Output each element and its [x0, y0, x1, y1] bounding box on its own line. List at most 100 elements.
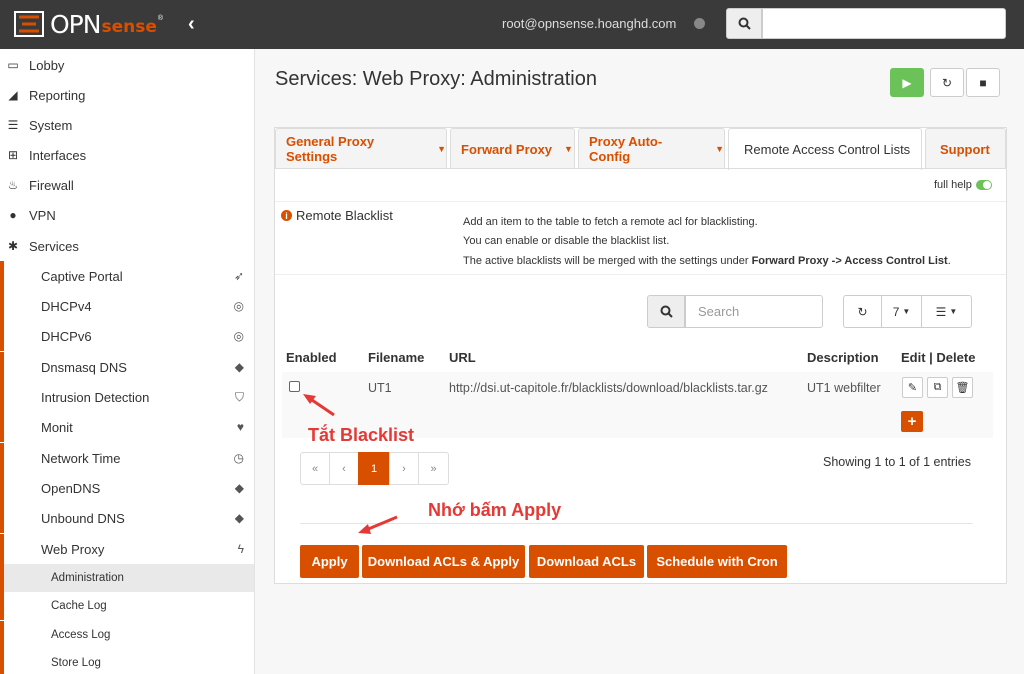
sidebar-item-firewall[interactable]: ♨ Firewall	[0, 170, 254, 200]
search-button[interactable]	[726, 8, 762, 39]
pagination-first[interactable]: «	[300, 452, 330, 485]
sidebar-item-cache-log[interactable]: Cache Log	[0, 592, 254, 620]
grid-refresh-button[interactable]: ↻	[843, 295, 882, 328]
trash-icon: 🗑	[955, 382, 970, 394]
section-title: i Remote Blacklist	[281, 208, 393, 223]
sidebar-item-dhcpv6[interactable]: DHCPv6 ◎	[0, 321, 254, 351]
sidebar-item-access-log[interactable]: Access Log	[0, 621, 254, 649]
enabled-checkbox[interactable]	[289, 381, 300, 392]
download-acls-apply-button[interactable]: Download ACLs & Apply	[362, 545, 525, 578]
sidebar-item-administration[interactable]: Administration	[0, 564, 254, 592]
laptop-icon: ▭	[7, 58, 19, 72]
apply-button[interactable]: Apply	[300, 545, 359, 578]
sidebar-item-unbound-dns[interactable]: Unbound DNS ◆	[0, 503, 254, 533]
help-text-3-b: Forward Proxy -> Access Control List	[751, 255, 948, 267]
refresh-icon: ↻	[941, 75, 953, 90]
tab-label: Remote Access Control Lists	[744, 142, 911, 157]
area-chart-icon: ◢	[8, 88, 18, 102]
opnsense-logo-icon	[14, 11, 44, 37]
schedule-with-cron-button[interactable]: Schedule with Cron	[647, 545, 787, 578]
tab-remote-access-control-lists[interactable]: Remote Access Control Lists	[728, 128, 922, 170]
column-header-enabled[interactable]: Enabled	[286, 350, 337, 365]
refresh-icon: ↻	[857, 304, 868, 319]
sidebar-item-label: Cache Log	[51, 600, 107, 612]
sidebar-item-label: Web Proxy	[41, 541, 105, 557]
list-icon: ☰	[935, 304, 947, 319]
restart-service-button[interactable]: ↻	[930, 68, 964, 97]
opnsense-logo[interactable]: OPN sense ®	[14, 9, 163, 39]
pencil-icon: ✎	[907, 382, 918, 394]
sidebar-item-label: Lobby	[29, 57, 65, 73]
top-bar: OPN sense ® ‹ root@opnsense.hoanghd.com	[0, 0, 1024, 49]
caret-down-icon: ▼	[715, 144, 724, 154]
status-dot-icon	[694, 18, 705, 29]
sidebar-item-monit[interactable]: Monit ♥	[0, 412, 254, 442]
tab-label: Forward Proxy	[461, 141, 553, 157]
collapse-sidebar-icon[interactable]: ‹	[188, 13, 195, 36]
download-acls-button[interactable]: Download ACLs	[529, 545, 644, 578]
shield-icon: ⛉	[234, 389, 244, 404]
bolt-icon: ϟ	[237, 542, 244, 556]
sidebar-item-reporting[interactable]: ◢ Reporting	[0, 80, 254, 110]
annotation-remember-apply: Nhớ bấm Apply	[428, 500, 562, 520]
caret-down-icon: ▼	[437, 144, 446, 154]
delete-button[interactable]: 🗑	[952, 377, 973, 398]
caret-down-icon: ▼	[564, 144, 573, 154]
user-account[interactable]: root@opnsense.hoanghd.com	[502, 16, 676, 31]
sidebar-item-intrusion-detection[interactable]: Intrusion Detection ⛉	[0, 382, 254, 412]
pagination-page-1[interactable]: 1	[358, 452, 390, 485]
full-help-toggle[interactable]	[976, 180, 992, 190]
copy-button[interactable]: ⧉	[927, 377, 948, 398]
sidebar-item-label: DHCPv4	[41, 298, 92, 314]
cell-description: UT1 webfilter	[807, 381, 881, 395]
sidebar-item-captive-portal[interactable]: Captive Portal ➶	[0, 261, 254, 291]
sidebar-item-web-proxy[interactable]: Web Proxy ϟ	[0, 534, 254, 564]
search-icon	[738, 17, 751, 30]
sidebar: ▭ Lobby ◢ Reporting ☰ System ⊞ Interfaces ♨ F…	[0, 49, 255, 674]
grid-search-input[interactable]: Search	[685, 295, 823, 328]
sidebar-item-dnsmasq-dns[interactable]: Dnsmasq DNS ◆	[0, 352, 254, 382]
help-text-3-c: .	[947, 255, 951, 267]
full-help-label: full help	[934, 179, 972, 191]
column-header-filename[interactable]: Filename	[368, 350, 424, 365]
page-size-dropdown[interactable]: 7 ▼	[881, 295, 922, 328]
sidebar-item-system[interactable]: ☰ System	[0, 110, 254, 140]
sidebar-item-label: Access Log	[51, 629, 111, 641]
sidebar-item-label: Dnsmasq DNS	[41, 359, 127, 375]
pagination-last[interactable]: »	[418, 452, 449, 485]
sidebar-item-label: Reporting	[29, 87, 86, 103]
sidebar-item-opendns[interactable]: OpenDNS ◆	[0, 473, 254, 503]
pagination-next[interactable]: ›	[389, 452, 419, 485]
column-header-description[interactable]: Description	[807, 350, 879, 365]
tab-label: Proxy Auto-Config	[589, 134, 663, 164]
sidebar-item-interfaces[interactable]: ⊞ Interfaces	[0, 140, 254, 170]
sidebar-item-store-log[interactable]: Store Log	[0, 649, 254, 674]
sidebar-item-services[interactable]: ✱ Services	[0, 231, 254, 261]
page-title: Services: Web Proxy: Administration	[275, 68, 597, 90]
sidebar-item-dhcpv4[interactable]: DHCPv4 ◎	[0, 291, 254, 321]
copy-icon: ⧉	[933, 381, 942, 393]
sidebar-item-label: Interfaces	[29, 147, 87, 163]
logo-text: OPN	[50, 9, 101, 39]
start-service-button[interactable]: ▶	[890, 68, 924, 97]
tab-forward-proxy[interactable]: Forward Proxy ▼	[450, 128, 575, 169]
grid-search-button[interactable]	[647, 295, 685, 328]
tab-proxy-auto-config[interactable]: Proxy Auto-Config ▼	[578, 128, 725, 169]
tab-support[interactable]: Support	[925, 128, 1006, 169]
sidebar-item-lobby[interactable]: ▭ Lobby	[0, 50, 254, 80]
tab-general-proxy-settings[interactable]: General Proxy Settings ▼	[275, 128, 447, 169]
column-selector-button[interactable]: ☰ ▼	[921, 295, 972, 328]
add-item-button[interactable]: +	[901, 411, 923, 432]
sidebar-item-network-time[interactable]: Network Time ◷	[0, 443, 254, 473]
sidebar-item-label: VPN	[29, 207, 56, 223]
global-search-input[interactable]	[762, 8, 1006, 39]
sidebar-item-label: DHCPv6	[41, 328, 92, 344]
column-header-url[interactable]: URL	[449, 350, 476, 365]
stop-service-button[interactable]: ■	[966, 68, 1000, 97]
pagination-prev[interactable]: ‹	[329, 452, 359, 485]
info-icon: i	[281, 210, 292, 221]
edit-button[interactable]: ✎	[902, 377, 923, 398]
sidebar-item-vpn[interactable]: ● VPN	[0, 200, 254, 230]
sidebar-item-label: Intrusion Detection	[41, 389, 150, 405]
bullseye-icon: ◎	[233, 329, 244, 343]
